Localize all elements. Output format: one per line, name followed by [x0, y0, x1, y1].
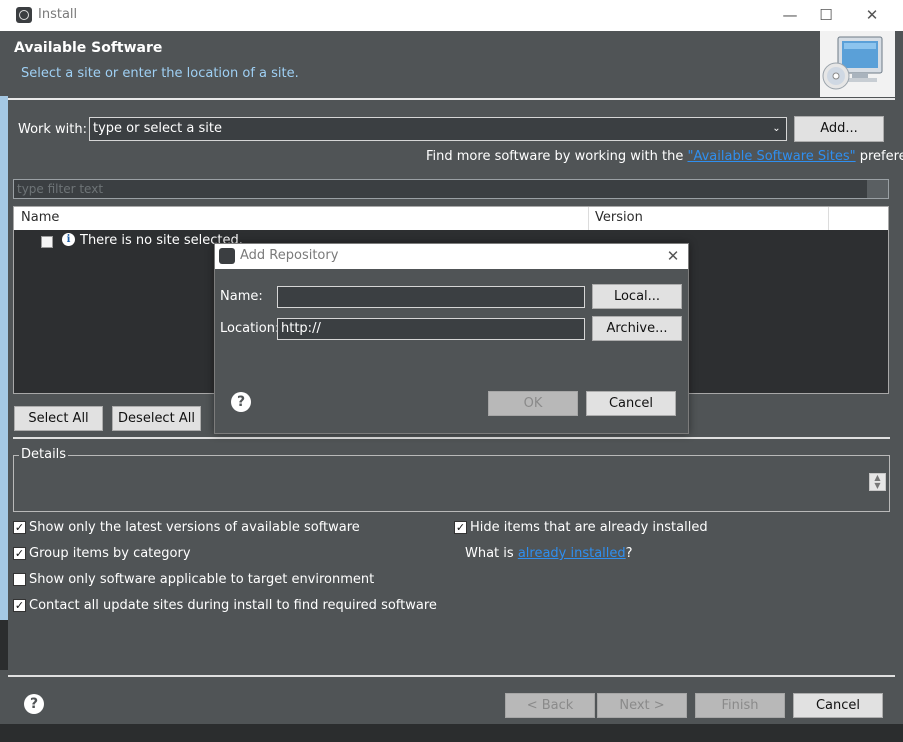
background-strip [0, 620, 8, 670]
available-sites-link[interactable]: "Available Software Sites" [688, 149, 856, 164]
option-latest-checkbox[interactable]: ✓ [13, 521, 26, 534]
option-group-label: Group items by category [29, 546, 191, 561]
column-divider [588, 207, 589, 230]
find-more-suffix: preferences. [859, 149, 903, 164]
find-more-prefix: Find more software by working with the [426, 149, 688, 164]
background-strip [0, 724, 903, 742]
filter-clear-button[interactable] [867, 180, 888, 198]
column-divider [828, 207, 829, 230]
already-installed-link[interactable]: already installed [518, 546, 626, 561]
option-latest-label: Show only the latest versions of availab… [29, 520, 360, 535]
option-group-checkbox[interactable]: ✓ [13, 547, 26, 560]
table-header [14, 207, 888, 230]
ok-button[interactable]: OK [488, 391, 578, 416]
column-version[interactable]: Version [595, 210, 643, 225]
dialog-close-button[interactable]: ✕ [661, 246, 685, 266]
page-title: Available Software [14, 40, 163, 56]
hide-installed-checkbox[interactable]: ✓ [454, 521, 467, 534]
archive-button[interactable]: Archive... [592, 316, 682, 341]
cancel-button[interactable]: Cancel [793, 693, 883, 718]
work-with-label: Work with: [18, 122, 88, 137]
dialog-title: Add Repository [240, 248, 339, 263]
question-mark-icon[interactable]: ? [24, 694, 44, 714]
back-button[interactable]: < Back [505, 693, 595, 718]
computer-cd-icon [820, 31, 895, 97]
details-label: Details [19, 447, 69, 462]
option-target-label: Show only software applicable to target … [29, 572, 375, 587]
info-icon: i [62, 233, 75, 246]
option-contact-label: Contact all update sites during install … [29, 598, 437, 613]
work-with-combo[interactable]: type or select a site [89, 117, 787, 141]
maximize-button[interactable]: ☐ [803, 0, 849, 31]
what-is-prefix: What is [465, 546, 518, 561]
name-field[interactable] [277, 286, 585, 308]
local-button[interactable]: Local... [592, 284, 682, 309]
question-mark-icon[interactable]: ? [231, 392, 251, 412]
location-label: Location: [220, 321, 280, 336]
page-subtitle: Select a site or enter the location of a… [21, 66, 299, 81]
eclipse-icon [16, 7, 32, 23]
column-name[interactable]: Name [21, 210, 59, 225]
details-scrollbar[interactable]: ▲ ▼ [869, 473, 886, 491]
option-contact-checkbox[interactable]: ✓ [13, 599, 26, 612]
finish-button[interactable]: Finish [695, 693, 785, 718]
window-title: Install [38, 7, 78, 22]
name-label: Name: [220, 289, 263, 304]
title-bar: Install — ☐ ✕ [0, 0, 903, 31]
filter-input[interactable]: type filter text [13, 179, 889, 199]
what-is-installed-text: What is already installed? [465, 546, 633, 561]
eclipse-icon [219, 248, 235, 264]
find-more-text: Find more software by working with the "… [426, 149, 903, 164]
next-button[interactable]: Next > [597, 693, 687, 718]
header-separator [8, 98, 895, 100]
details-group [13, 455, 890, 512]
chevron-down-icon[interactable]: ⌄ [767, 118, 786, 140]
what-is-suffix: ? [625, 546, 633, 561]
add-button[interactable]: Add... [794, 116, 884, 142]
hide-installed-label: Hide items that are already installed [470, 520, 708, 535]
option-target-checkbox[interactable] [13, 573, 26, 586]
deselect-all-button[interactable]: Deselect All [112, 406, 201, 431]
footer-separator [8, 675, 895, 677]
row-checkbox[interactable] [41, 236, 53, 248]
location-field[interactable]: http:// [277, 318, 585, 340]
select-all-button[interactable]: Select All [14, 406, 103, 431]
section-separator [13, 437, 890, 439]
dialog-cancel-button[interactable]: Cancel [586, 391, 676, 416]
background-strip [0, 96, 8, 646]
close-button[interactable]: ✕ [849, 0, 895, 31]
work-with-value: type or select a site [93, 121, 222, 136]
